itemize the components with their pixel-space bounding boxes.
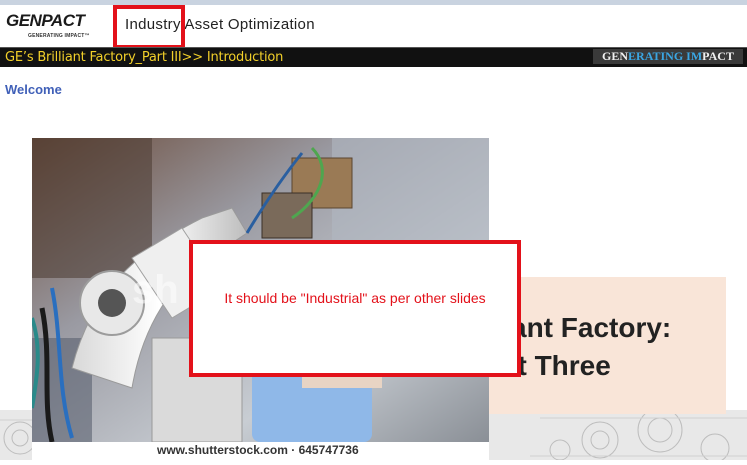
review-comment-text: It should be "Industrial" as per other s… [224, 290, 486, 306]
shutterstock-watermark: sh [132, 268, 179, 312]
photo-caption: www.shutterstock.com · 645747736 [157, 443, 359, 457]
review-comment-box: It should be "Industrial" as per other s… [189, 240, 521, 377]
brand-pact: PACT [702, 49, 734, 63]
photo-caption-strip: www.shutterstock.com · 645747736 [32, 442, 489, 460]
brand-gen: GEN [602, 49, 629, 63]
generating-impact-brand: GENERATING IMPACT [593, 49, 743, 64]
logo-text: GENPACT [6, 11, 85, 30]
logo-tagline: GENERATING IMPACT™ [28, 33, 90, 39]
genpact-logo[interactable]: GENPACT GENERATING IMPACT™ [6, 11, 96, 41]
slide-title-line1: ant Factory: [511, 312, 672, 343]
brand-im: IM [683, 49, 703, 63]
brand-erating: ERATING [628, 49, 684, 63]
welcome-heading: Welcome [5, 82, 62, 97]
breadcrumb: GE’s Brilliant Factory_Part III>> Introd… [5, 50, 284, 65]
highlight-box-title [113, 5, 185, 49]
